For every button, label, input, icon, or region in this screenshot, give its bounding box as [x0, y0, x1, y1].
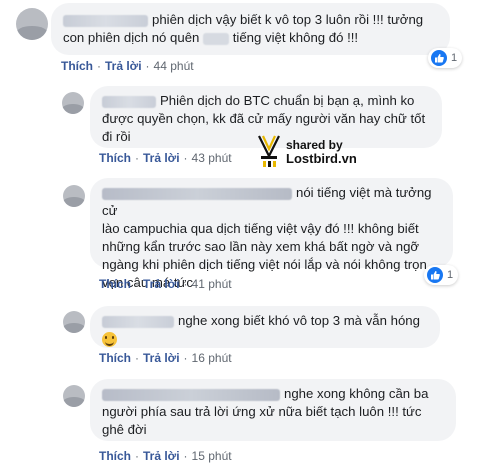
timestamp[interactable]: 41 phút	[192, 277, 232, 291]
comment-bubble: nghe xong biết khó vô top 3 mà vẫn hóng	[90, 306, 440, 348]
comment-actions: Thích · Trả lời · 43 phút	[99, 151, 232, 165]
reply-link[interactable]: Trả lời	[143, 277, 180, 291]
comment-text: Phiên dịch do BTC chuẩn bị bạn ạ, mình k…	[160, 93, 415, 108]
like-link[interactable]: Thích	[99, 449, 131, 463]
like-icon	[431, 50, 447, 66]
comment-text: nghe xong biết khó vô top 3 mà vẫn hóng	[178, 313, 420, 328]
watermark: shared by Lostbird.vn	[256, 134, 357, 170]
like-link[interactable]: Thích	[99, 151, 131, 165]
reaction-number: 1	[447, 269, 454, 281]
smile-emoji-icon	[102, 332, 117, 348]
comment-text: ngàng khi phiên dịch tiếng việt nói lắp …	[102, 257, 427, 272]
avatar[interactable]	[63, 185, 85, 207]
avatar[interactable]	[63, 385, 85, 407]
comment-bubble: nói tiếng việt mà tưởng cử lào campuchia…	[90, 178, 453, 290]
watermark-line1: shared by	[286, 138, 343, 152]
comment-text: lào campuchia qua dịch tiếng việt vậy đó…	[102, 221, 419, 236]
reaction-count[interactable]: 1	[428, 48, 463, 68]
like-link[interactable]: Thích	[99, 277, 131, 291]
comment-bubble: nghe xong không cần ba người phía sau tr…	[90, 379, 456, 441]
reply-link[interactable]: Trả lời	[143, 449, 180, 463]
like-icon	[427, 267, 443, 283]
timestamp[interactable]: 16 phút	[192, 351, 232, 365]
like-link[interactable]: Thích	[99, 351, 131, 365]
like-link[interactable]: Thích	[61, 59, 93, 73]
reaction-number: 1	[451, 52, 458, 64]
author-name[interactable]	[102, 388, 280, 401]
reply-link[interactable]: Trả lời	[143, 151, 180, 165]
reaction-count[interactable]: 1	[424, 265, 459, 285]
avatar[interactable]	[63, 311, 85, 333]
watermark-line2: Lostbird.vn	[286, 151, 357, 166]
comment-actions: Thích · Trả lời · 44 phút	[61, 59, 194, 73]
redacted-word	[203, 32, 230, 45]
comment-text: những kẩn trước sao lần này xem khá bất …	[102, 239, 420, 254]
comment-bubble: phiên dịch vậy biết k vô top 3 luôn rồi …	[51, 3, 450, 55]
comment-text: được quyền chọn, kk đã cử mấy người văn …	[102, 111, 426, 126]
comment-actions: Thích · Trả lời · 41 phút	[99, 277, 232, 291]
author-name[interactable]	[63, 14, 148, 27]
comment-actions: Thích · Trả lời · 16 phút	[99, 351, 232, 365]
author-name[interactable]	[102, 95, 156, 108]
avatar[interactable]	[62, 92, 84, 114]
timestamp[interactable]: 15 phút	[192, 449, 232, 463]
comment-text: ghê đời	[102, 422, 147, 437]
avatar[interactable]	[16, 8, 48, 40]
author-name[interactable]	[102, 187, 292, 200]
comment-text: nghe xong không cần ba	[284, 386, 429, 401]
comment-text: tiếng việt không đó !!!	[232, 30, 359, 45]
comment-text: người phía sau trả lời ứng xử nữa biết t…	[102, 404, 422, 419]
comment-text: phiên dịch vậy biết k vô top 3 luôn rồi …	[152, 12, 424, 27]
timestamp[interactable]: 43 phút	[192, 151, 232, 165]
reply-link[interactable]: Trả lời	[143, 351, 180, 365]
comment-actions: Thích · Trả lời · 15 phút	[99, 449, 232, 463]
timestamp[interactable]: 44 phút	[154, 59, 194, 73]
lostbird-logo-icon	[258, 135, 280, 167]
author-name[interactable]	[102, 315, 174, 328]
comment-text: con phiên dịch nó quên	[63, 30, 200, 45]
reply-link[interactable]: Trả lời	[105, 59, 142, 73]
